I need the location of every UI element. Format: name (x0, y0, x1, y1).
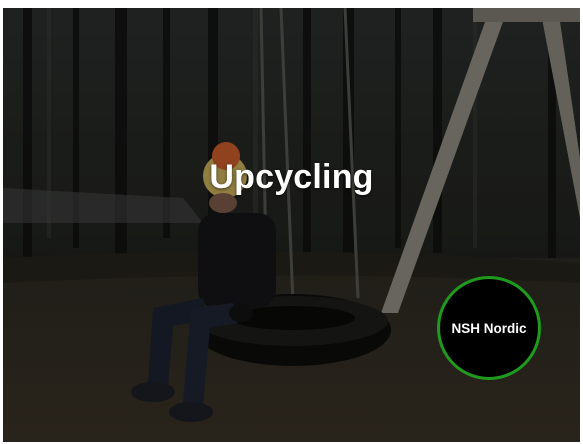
slide-title: Upcycling (209, 158, 374, 196)
brand-badge[interactable]: NSH Nordic (437, 276, 541, 380)
brand-badge-label: NSH Nordic (451, 320, 527, 336)
slide: Upcycling NSH Nordic (3, 8, 580, 442)
